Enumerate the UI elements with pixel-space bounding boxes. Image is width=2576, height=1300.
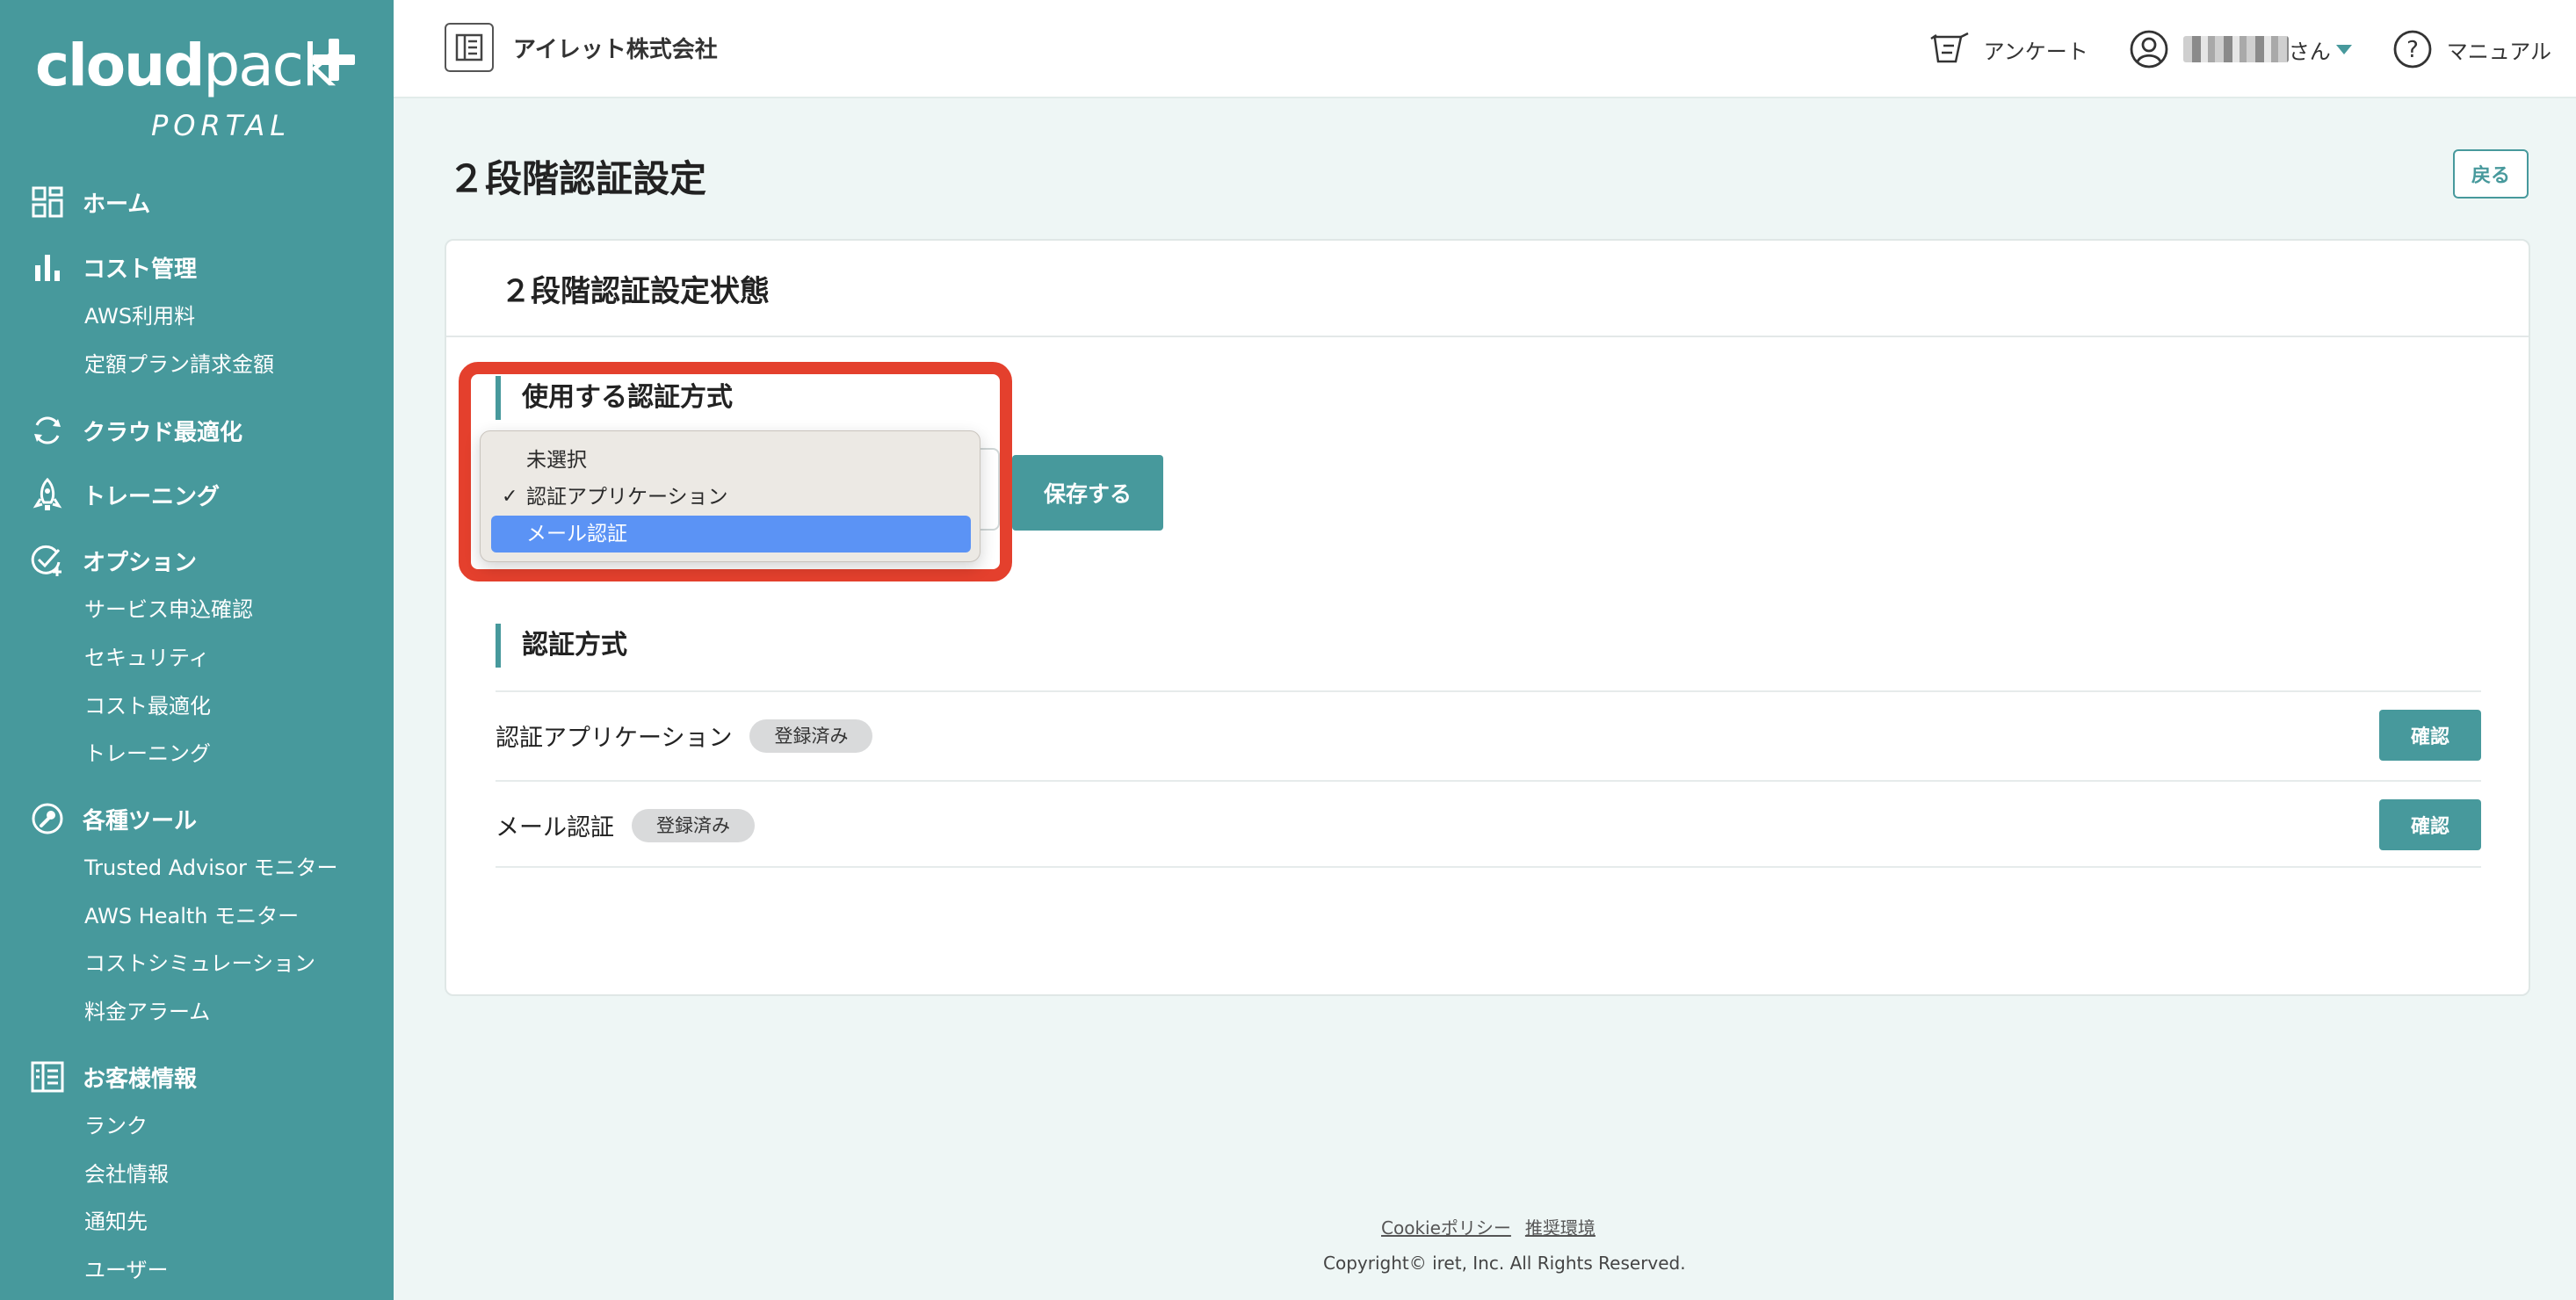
- sidebar-item-option[interactable]: オプション: [30, 541, 197, 580]
- method-name: 認証アプリケーション: [496, 725, 733, 752]
- sidebar-item-aws-health[interactable]: AWS Health モニター: [84, 901, 299, 931]
- company-name: アイレット株式会社: [513, 37, 718, 63]
- sidebar-item-cloud-optimize[interactable]: クラウド最適化: [30, 411, 242, 450]
- sidebar-item-cost-simulation[interactable]: コストシミュレーション: [84, 949, 315, 979]
- sidebar-item-tools[interactable]: 各種ツール: [30, 799, 197, 838]
- sidebar-item-customer-info[interactable]: お客様情報: [30, 1058, 197, 1096]
- status-badge: 登録済み: [749, 719, 873, 753]
- survey-link[interactable]: アンケート: [1929, 32, 2088, 67]
- page-title: ２段階認証設定: [448, 157, 707, 200]
- sidebar-item-security[interactable]: セキュリティ: [84, 643, 210, 673]
- copyright: Copyright© iret, Inc. All Rights Reserve…: [1323, 1253, 1686, 1274]
- sidebar-item-company-info[interactable]: 会社情報: [84, 1159, 169, 1189]
- confirm-auth-app-button[interactable]: 確認: [2379, 710, 2481, 761]
- recommended-env-link[interactable]: 推奨環境: [1525, 1214, 1596, 1239]
- sidebar-item-aws-usage[interactable]: AWS利用料: [84, 301, 195, 331]
- help-icon: ?: [2393, 30, 2432, 69]
- plus-logo-icon: [313, 39, 355, 81]
- rocket-icon: [30, 477, 65, 512]
- method-row-email: メール認証 登録済み 確認: [496, 780, 2481, 868]
- user-menu[interactable]: さん: [2129, 29, 2352, 69]
- user-avatar-icon: [2130, 30, 2168, 69]
- save-button[interactable]: 保存する: [1012, 455, 1163, 531]
- sidebar-item-billing-alarm[interactable]: 料金アラーム: [84, 997, 210, 1027]
- portal-label: PORTAL: [151, 109, 292, 142]
- svg-text:?: ?: [2406, 37, 2419, 63]
- manual-link[interactable]: ? マニュアル: [2392, 29, 2551, 69]
- wrench-icon: [30, 801, 65, 836]
- check-plus-icon: [30, 543, 65, 578]
- sidebar-item-rank[interactable]: ランク: [84, 1111, 148, 1141]
- method-section-title: 使用する認証方式: [496, 376, 733, 420]
- bar-chart-icon: [30, 249, 65, 285]
- cookie-policy-link[interactable]: Cookieポリシー: [1381, 1214, 1511, 1239]
- method-name: メール認証: [496, 814, 614, 841]
- sidebar-item-users[interactable]: ユーザー: [84, 1255, 169, 1285]
- survey-icon: [1929, 32, 1969, 63]
- sidebar-item-service-apply[interactable]: サービス申込確認: [84, 595, 253, 625]
- grid-icon: [30, 184, 65, 220]
- user-name-redacted: [2182, 36, 2289, 62]
- refresh-icon: [30, 413, 65, 448]
- method-row-auth-app: 認証アプリケーション 登録済み 確認: [496, 690, 2481, 778]
- two-factor-status-card: ２段階認証設定状態 使用する認証方式 未選択 ✓ 認証アプリケーション メール認証…: [445, 239, 2530, 996]
- cloudpack-logo[interactable]: cloudpack PORTAL: [35, 32, 360, 144]
- sidebar-item-training[interactable]: トレーニング: [30, 475, 220, 514]
- sidebar-item-notification[interactable]: 通知先: [84, 1207, 148, 1237]
- option-auth-app[interactable]: ✓ 認証アプリケーション: [491, 479, 971, 516]
- sidebar-item-trusted-advisor[interactable]: Trusted Advisor モニター: [84, 853, 338, 883]
- top-header: アイレット株式会社 アンケート さん ? マニュアル: [394, 0, 2576, 98]
- registered-section-title: 認証方式: [496, 624, 627, 668]
- building-icon: [30, 1059, 65, 1094]
- sidebar-item-option-training[interactable]: トレーニング: [84, 739, 211, 769]
- company-icon: [445, 23, 494, 72]
- checkmark-icon: ✓: [502, 486, 518, 508]
- status-badge: 登録済み: [632, 808, 755, 842]
- back-button[interactable]: 戻る: [2453, 149, 2529, 199]
- sidebar-item-fixed-plan[interactable]: 定額プラン請求金額: [84, 350, 274, 379]
- footer-links: Cookieポリシー 推奨環境: [1381, 1214, 1596, 1239]
- sidebar-item-home[interactable]: ホーム: [30, 183, 150, 221]
- chevron-down-icon: [2335, 44, 2352, 54]
- option-email[interactable]: メール認証: [491, 516, 971, 552]
- card-title: ２段階認証設定状態: [501, 274, 770, 309]
- sidebar-item-cost-optimize[interactable]: コスト最適化: [84, 691, 211, 721]
- sidebar-item-cost[interactable]: コスト管理: [30, 248, 197, 286]
- auth-method-dropdown[interactable]: 未選択 ✓ 認証アプリケーション メール認証: [480, 430, 980, 562]
- sidebar: cloudpack PORTAL ホーム コスト管理 AWS利用料 定額プラン請…: [0, 0, 394, 1300]
- confirm-email-button[interactable]: 確認: [2379, 799, 2481, 850]
- option-unselected[interactable]: 未選択: [491, 442, 971, 479]
